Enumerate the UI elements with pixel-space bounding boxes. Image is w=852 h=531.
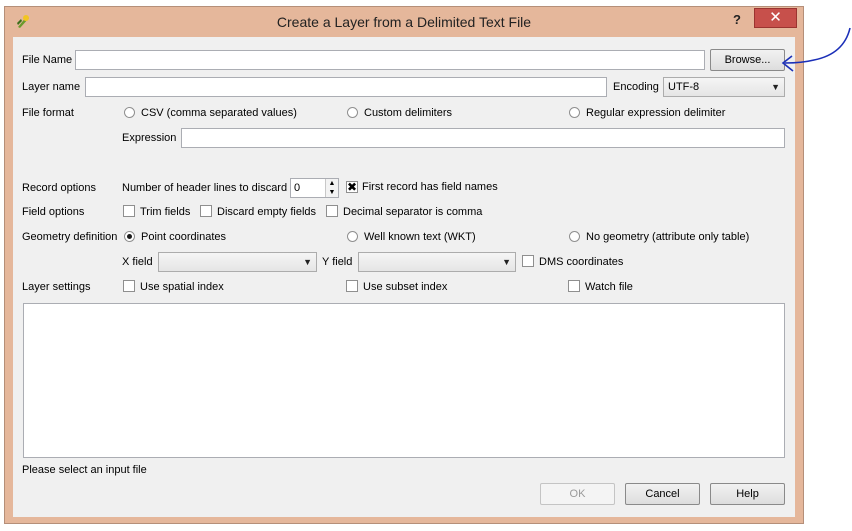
annotation-arrow-icon [781, 27, 851, 72]
